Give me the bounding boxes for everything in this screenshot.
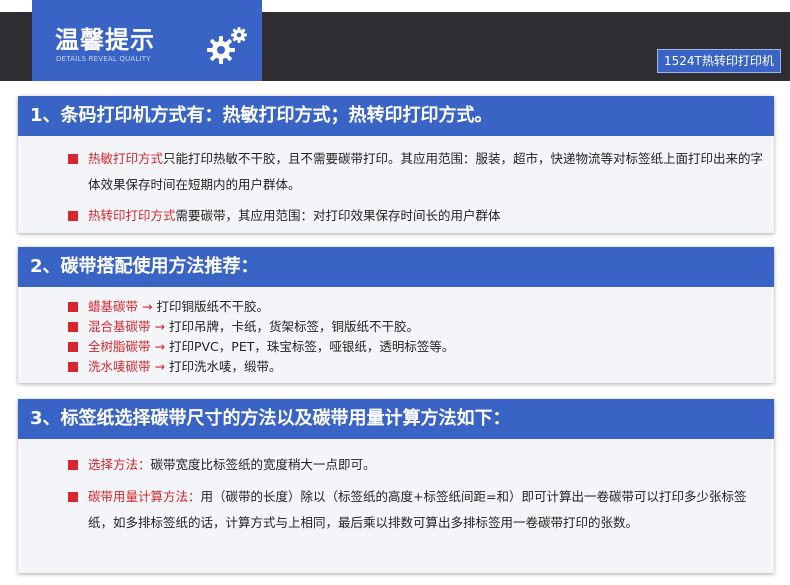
arrow-icon: → xyxy=(154,319,165,334)
item-text: 打印PVC，PET，珠宝标签，哑银纸，透明标签等。 xyxy=(168,339,455,354)
gear-icon xyxy=(207,27,247,64)
item-label: 蜡基碳带 xyxy=(88,299,139,314)
item-label: 洗水唛碳带 xyxy=(88,359,151,374)
bullet-square-icon xyxy=(68,492,78,502)
item-text: 打印吊牌，卡纸，货架标签，铜版纸不干胶。 xyxy=(168,319,419,334)
item-text: 打印洗水唛，缎带。 xyxy=(168,359,282,374)
item-text: 需要碳带，其应用范围：对打印效果保存时间长的用户群体 xyxy=(175,208,501,223)
item-label: 碳带用量计算方法： xyxy=(88,489,201,504)
model-label: 1524T热转印打印机 xyxy=(657,49,781,73)
item-text: 只能打印热敏不干胶，且不需要碳带打印。其应用范围：服装，超市，快递物流等对标签纸… xyxy=(88,151,764,192)
list-item: 蜡基碳带 → 打印铜版纸不干胶。 xyxy=(68,297,748,317)
item-label: 热敏打印方式 xyxy=(88,151,164,166)
list-item: 碳带用量计算方法：用（碳带的长度）除以（标签纸的高度+标签纸间距=和）即可计算出… xyxy=(68,484,764,536)
item-text: 碳带宽度比标签纸的宽度稍大一点即可。 xyxy=(150,457,376,472)
bullet-square-icon xyxy=(68,342,78,352)
list-item: 混合基碳带 → 打印吊牌，卡纸，货架标签，铜版纸不干胶。 xyxy=(68,317,748,337)
item-text: 打印铜版纸不干胶。 xyxy=(156,299,269,314)
arrow-icon: → xyxy=(154,339,165,354)
title-tab: 温馨提示 DETAILS REVEAL QUALITY xyxy=(32,0,262,81)
bullet-square-icon xyxy=(68,154,78,164)
item-label: 混合基碳带 xyxy=(88,319,151,334)
bullet-square-icon xyxy=(68,362,78,372)
bullet-square-icon xyxy=(68,211,78,221)
section-heading: 3、标签纸选择碳带尺寸的方法以及碳带用量计算方法如下： xyxy=(18,399,774,439)
page-subtitle: DETAILS REVEAL QUALITY xyxy=(56,55,151,63)
page-title: 温馨提示 xyxy=(55,26,155,54)
list-item: 洗水唛碳带 → 打印洗水唛，缎带。 xyxy=(68,357,748,377)
list-item: 选择方法：碳带宽度比标签纸的宽度稍大一点即可。 xyxy=(68,452,764,478)
item-label: 热转印打印方式 xyxy=(88,208,176,223)
arrow-icon: → xyxy=(154,359,165,374)
section-heading: 2、碳带搭配使用方法推荐： xyxy=(18,247,774,287)
section-heading: 1、条码打印机方式有：热敏打印方式；热转印打印方式。 xyxy=(18,96,774,136)
item-label: 选择方法： xyxy=(88,457,151,472)
bullet-square-icon xyxy=(68,460,78,470)
bullet-square-icon xyxy=(68,302,78,312)
bullet-square-icon xyxy=(68,322,78,332)
list-item: 热敏打印方式只能打印热敏不干胶，且不需要碳带打印。其应用范围：服装，超市，快递物… xyxy=(68,146,764,198)
list-item: 热转印打印方式需要碳带，其应用范围：对打印效果保存时间长的用户群体 xyxy=(68,203,764,229)
list-item: 全树脂碳带 → 打印PVC，PET，珠宝标签，哑银纸，透明标签等。 xyxy=(68,337,748,357)
arrow-icon: → xyxy=(142,299,153,314)
item-label: 全树脂碳带 xyxy=(88,339,151,354)
